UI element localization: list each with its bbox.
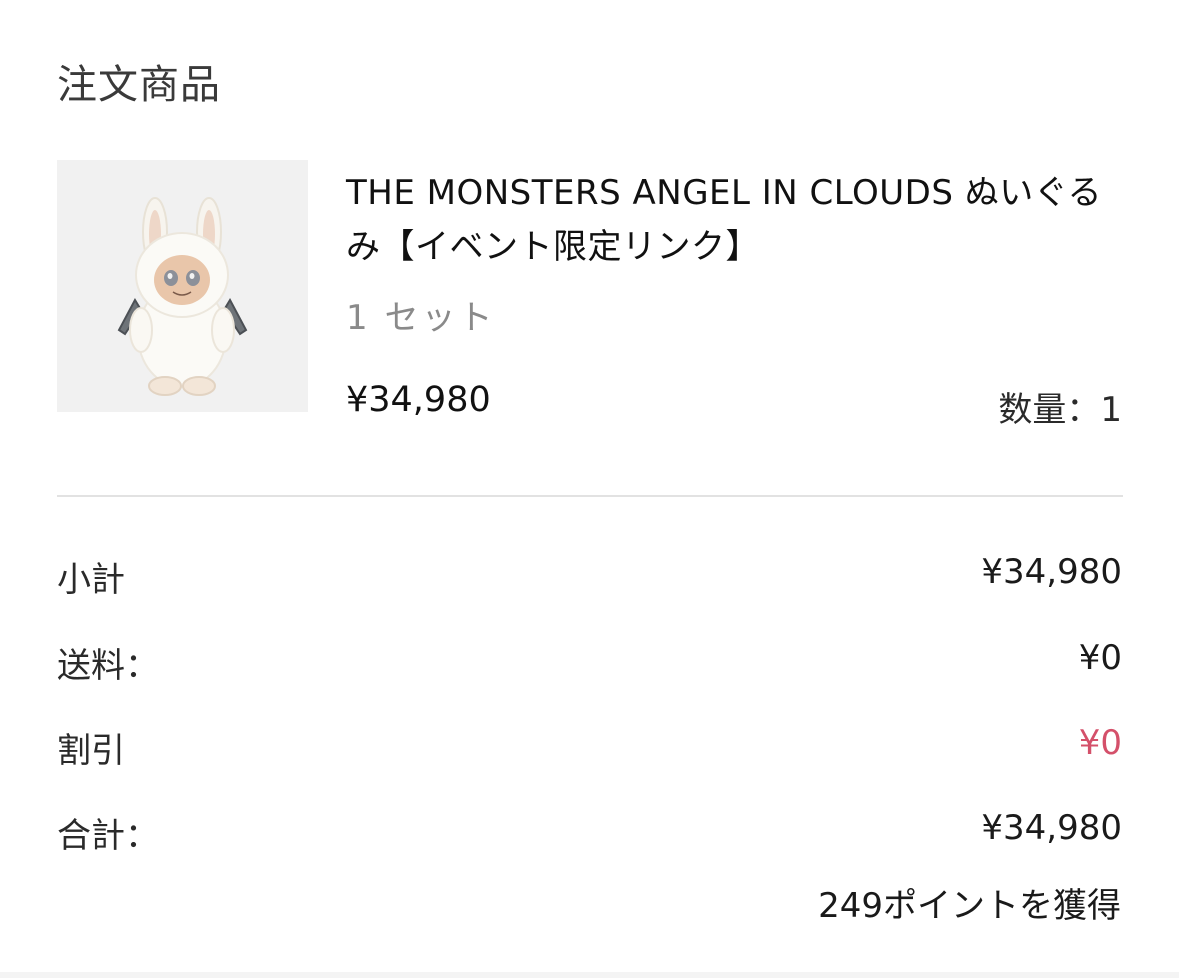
shipping-row: 送料： ¥0 (57, 638, 1122, 688)
total-label: 合計： (57, 816, 159, 856)
divider (57, 495, 1123, 497)
product-quantity: 数量：1 (998, 390, 1122, 430)
product-price: ¥34,980 (346, 380, 491, 420)
section-title: 注文商品 (57, 62, 221, 108)
discount-row: 割引 ¥0 (57, 723, 1122, 773)
total-value: ¥34,980 (981, 808, 1122, 848)
subtotal-label: 小計 (57, 560, 125, 600)
subtotal-value: ¥34,980 (981, 552, 1122, 592)
total-row: 合計： ¥34,980 (57, 808, 1122, 858)
plush-figure-illustration (117, 197, 248, 396)
product-image[interactable] (57, 160, 308, 412)
discount-value: ¥0 (1078, 723, 1122, 763)
points-earned-note: 249ポイントを獲得 (818, 886, 1121, 926)
product-variant: 1 セット (346, 298, 496, 338)
subtotal-row: 小計 ¥34,980 (57, 552, 1122, 602)
bottom-separator (0, 972, 1179, 978)
shipping-label: 送料： (57, 646, 159, 686)
order-items-page: 注文商品 THE MONSTERS ANGEL IN CLOUDS ぬいぐるみ【… (0, 0, 1179, 978)
product-name[interactable]: THE MONSTERS ANGEL IN CLOUDS ぬいぐるみ【イベント限… (346, 166, 1126, 274)
discount-label: 割引 (57, 731, 125, 771)
shipping-value: ¥0 (1078, 638, 1122, 678)
